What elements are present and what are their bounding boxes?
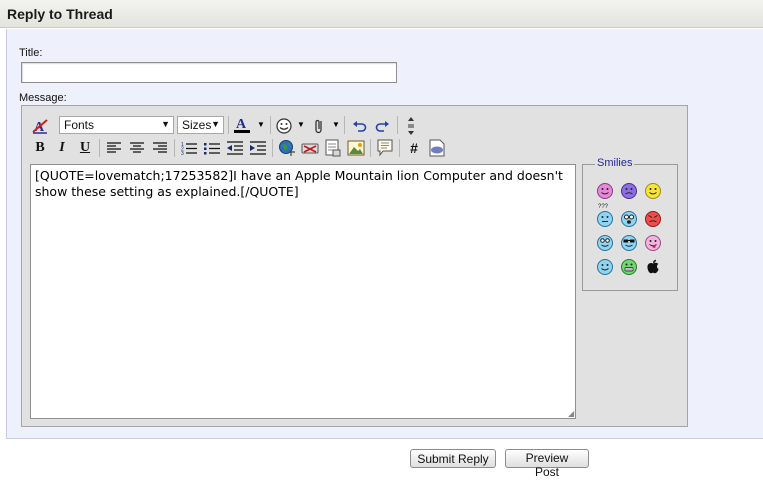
message-editor: A Fonts ▼ Sizes ▼ A ▼ ▼ ▼ [21,105,688,427]
toolbar-divider [270,116,271,134]
chevron-down-icon[interactable]: ▼ [332,120,340,129]
attachment-icon[interactable] [309,116,329,136]
font-color-icon[interactable]: A [232,115,256,135]
smilie-rolleyes-icon[interactable] [597,235,613,251]
undo-icon[interactable] [350,116,370,136]
php-icon[interactable] [427,138,447,158]
smilie-mad-red-icon[interactable] [645,211,661,227]
smilie-smile-blue-icon[interactable] [597,259,613,275]
align-right-icon[interactable] [150,138,170,158]
toolbar-divider [397,116,398,134]
ordered-list-icon[interactable]: 1 2 3 [179,138,199,158]
chevron-down-icon[interactable]: ▼ [297,120,305,129]
code-icon[interactable]: # [404,138,424,158]
font-color-letter: A [236,117,247,132]
smilie-smile-yellow-icon[interactable] [645,183,661,199]
unlink-icon[interactable] [300,138,320,158]
smilie-confused-icon[interactable] [597,211,613,227]
smilie-mad-purple-icon[interactable] [621,183,637,199]
toolbar-divider [228,116,229,134]
smilie-tongue-icon[interactable] [645,235,661,251]
title-input[interactable] [21,62,397,83]
indent-icon[interactable] [248,138,268,158]
email-icon[interactable] [323,138,343,158]
smilies-box: Smilies ??? [582,157,678,291]
smilie-cool-icon[interactable] [621,235,637,251]
submit-reply-button[interactable]: Submit Reply [410,449,496,468]
size-select[interactable]: Sizes ▼ [177,116,224,134]
toolbar-divider [99,139,100,157]
message-label: Message: [19,92,67,104]
smilie-eek-icon[interactable] [621,211,637,227]
chevron-down-icon: ▼ [211,119,220,129]
message-textarea[interactable]: [QUOTE=lovematch;17253582]I have an Appl… [30,164,576,419]
resize-toggle-icon[interactable] [401,116,421,136]
toolbar-divider [272,139,273,157]
svg-text:3: 3 [181,151,184,155]
chevron-down-icon: ▼ [161,119,170,129]
remove-format-icon[interactable]: A [30,116,50,136]
size-select-value: Sizes [182,118,212,132]
font-select-value: Fonts [64,118,95,132]
title-label: Title: [19,47,43,59]
chevron-down-icon[interactable]: ▼ [257,120,265,129]
confused-caption: ??? [598,204,609,210]
smilie-smile-pink-icon[interactable] [597,183,613,199]
toolbar-divider [370,139,371,157]
toolbar-divider [174,139,175,157]
font-select[interactable]: Fonts ▼ [59,116,174,134]
redo-icon[interactable] [372,116,392,136]
italic-icon[interactable]: I [52,138,72,158]
link-icon[interactable] [277,138,297,158]
smilies-legend: Smilies [595,157,635,169]
resize-grip-icon[interactable]: ◢ [568,410,576,418]
preview-post-button[interactable]: Preview Post [505,449,589,479]
toolbar-divider [344,116,345,134]
unordered-list-icon[interactable] [202,138,222,158]
outdent-icon[interactable] [225,138,245,158]
thread-header: Reply to Thread [0,0,763,28]
align-center-icon[interactable] [127,138,147,158]
align-left-icon[interactable] [104,138,124,158]
bold-icon[interactable]: B [30,138,50,158]
toolbar-divider [399,139,400,157]
smiley-icon[interactable] [274,116,294,136]
smilie-apple-icon[interactable] [645,259,661,275]
smilie-grin-green-icon[interactable] [621,259,637,275]
underline-icon[interactable]: U [75,138,95,158]
page-title: Reply to Thread [7,6,113,22]
quote-icon[interactable] [375,138,395,158]
image-icon[interactable] [346,138,366,158]
